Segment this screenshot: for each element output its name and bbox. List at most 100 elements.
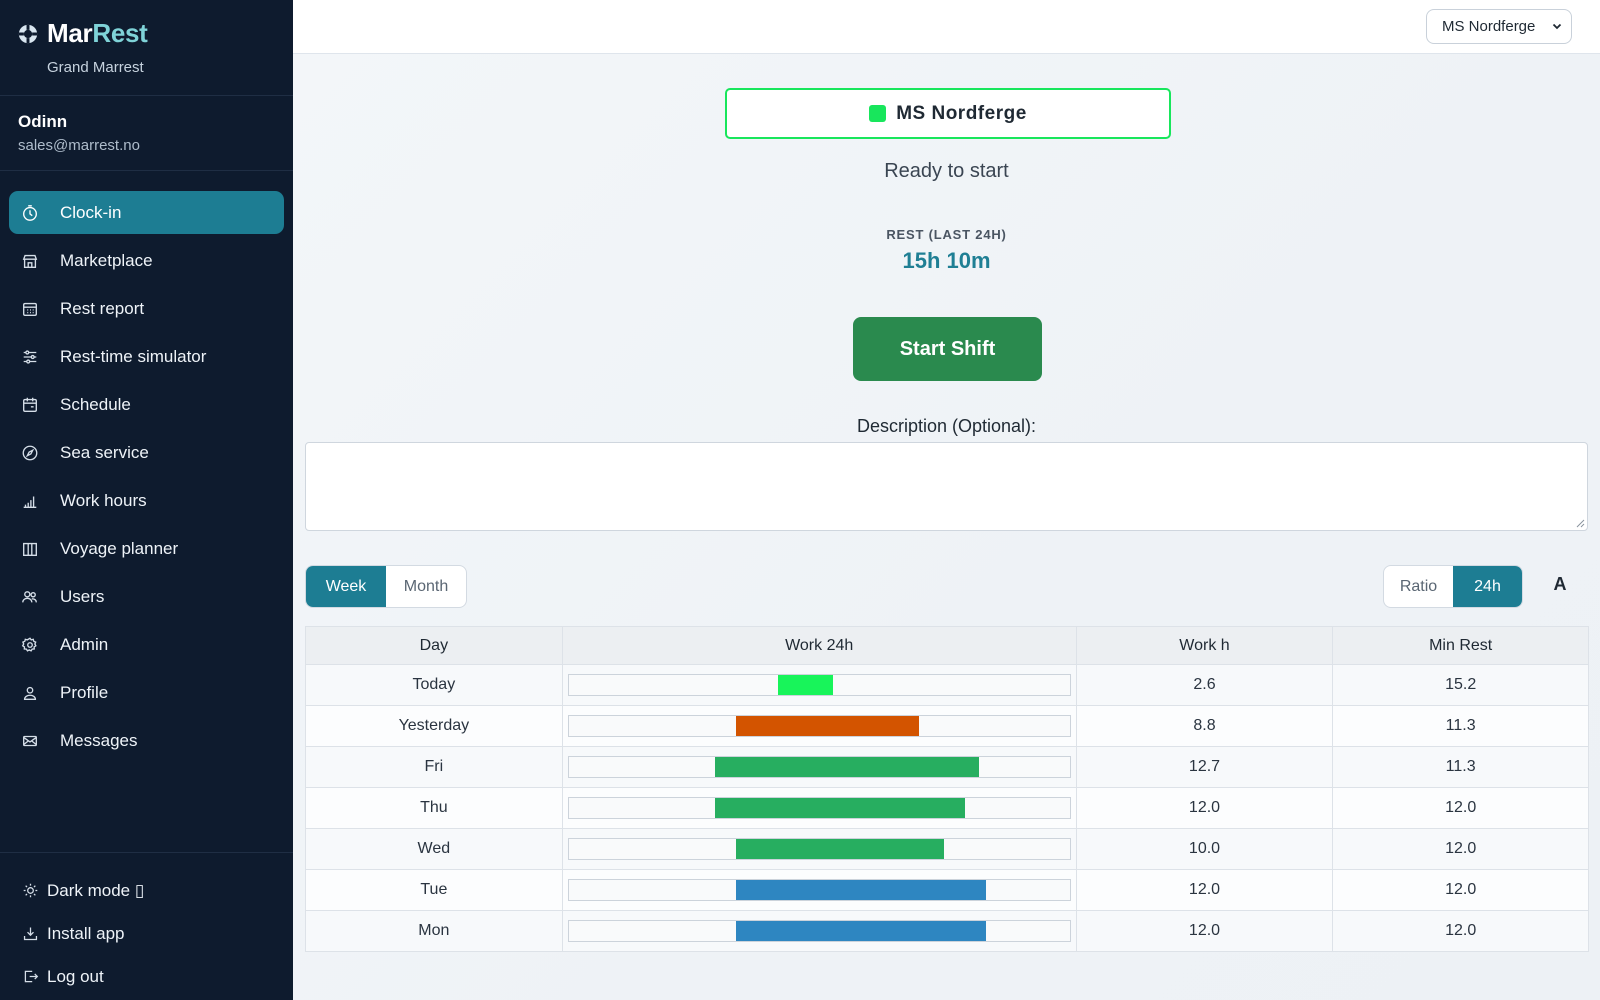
install-app-label: Install app	[47, 923, 125, 943]
mail-icon	[23, 735, 37, 746]
nav-item-rest-report[interactable]: Rest report	[9, 287, 284, 330]
work-timeline-track	[567, 920, 1071, 942]
nav-item-profile[interactable]: Profile	[9, 671, 284, 714]
work-24h-cell	[561, 869, 1077, 911]
work-24h-cell	[561, 705, 1077, 747]
column-header-work-24h: Work 24h	[561, 626, 1077, 665]
resize-handle-icon[interactable]	[1576, 519, 1585, 528]
description-label: Description (Optional):	[856, 416, 1037, 436]
week-tab[interactable]: Week	[306, 566, 386, 607]
column-header-work-h: Work h	[1075, 626, 1334, 665]
min-rest-cell: 12.0	[1332, 787, 1589, 829]
work-period-bar	[735, 716, 920, 736]
table-row: Tue 12.0 12.0	[305, 869, 1589, 911]
work-hours-cell: 12.7	[1075, 746, 1334, 788]
dark-mode-toggle[interactable]: Dark mode ▯	[0, 869, 293, 912]
period-toggle: Week Month	[305, 565, 467, 608]
nav-item-work-hours[interactable]: Work hours	[9, 479, 284, 522]
column-header-day: Day	[305, 626, 563, 665]
nav-label: Rest-time simulator	[60, 346, 207, 366]
column-header-min-rest: Min Rest	[1332, 626, 1589, 665]
nav-item-marketplace[interactable]: Marketplace	[9, 239, 284, 282]
nav-label: Clock-in	[60, 202, 122, 222]
brand-header: MarRest Grand Marrest	[0, 0, 293, 96]
day-cell: Tue	[305, 869, 563, 911]
description-textarea[interactable]	[305, 442, 1588, 531]
24h-tab[interactable]: 24h	[1453, 566, 1522, 607]
sliders-icon	[23, 349, 37, 364]
work-hours-cell: 10.0	[1075, 828, 1334, 870]
font-size-toggle[interactable]: A	[1549, 574, 1571, 598]
work-timeline-track	[567, 715, 1071, 737]
nav-label: Marketplace	[60, 250, 153, 270]
sidebar-footer: Dark mode ▯ Install app Log out	[0, 852, 293, 1000]
nav-item-voyage-planner[interactable]: Voyage planner	[9, 527, 284, 570]
work-24h-cell	[561, 828, 1077, 870]
organization-name: Grand Marrest	[47, 59, 144, 76]
nav-item-rest-time-simulator[interactable]: Rest-time simulator	[9, 335, 284, 378]
work-rest-table: Day Work 24h Work h Min Rest Today 2.6 15.…	[305, 626, 1589, 952]
nav-item-admin[interactable]: Admin	[9, 623, 284, 666]
gear-icon	[21, 636, 37, 652]
work-24h-cell	[561, 746, 1077, 788]
table-row: Today 2.6 15.2	[305, 664, 1589, 706]
calendar-icon	[23, 397, 37, 412]
vessel-select-value: MS Nordferge	[1442, 18, 1536, 35]
nav-item-sea-service[interactable]: Sea service	[9, 431, 284, 474]
table-row: Yesterday 8.8 11.3	[305, 705, 1589, 747]
day-cell: Wed	[305, 828, 563, 870]
nav-label: Admin	[60, 634, 109, 654]
work-timeline-track	[567, 797, 1071, 819]
month-tab[interactable]: Month	[386, 566, 466, 607]
dark-mode-label: Dark mode ▯	[47, 880, 145, 900]
table-body: Today 2.6 15.2 Yesterday 8.8 11.3 Fri 12.7 11.3 T…	[305, 664, 1589, 952]
work-hours-cell: 12.0	[1075, 869, 1334, 911]
vessel-status-indicator	[869, 105, 887, 122]
user-icon	[23, 686, 37, 700]
nav-label: Profile	[60, 682, 109, 702]
bar-chart-icon	[23, 496, 37, 508]
nav-item-messages[interactable]: Messages	[9, 719, 284, 762]
min-rest-cell: 11.3	[1332, 705, 1589, 747]
work-hours-cell: 12.0	[1075, 910, 1334, 952]
main-nav: Clock-in Marketplace Rest report Rest-ti…	[0, 171, 293, 762]
map-icon	[23, 542, 37, 556]
log-out-button[interactable]: Log out	[0, 955, 293, 998]
nav-item-clock-in[interactable]: Clock-in	[9, 191, 284, 234]
day-cell: Thu	[305, 787, 563, 829]
work-hours-cell: 2.6	[1075, 664, 1334, 706]
ratio-tab[interactable]: Ratio	[1384, 566, 1453, 607]
work-period-bar	[714, 757, 980, 777]
users-icon	[22, 590, 37, 602]
user-card: Odinn sales@marrest.no	[0, 96, 293, 171]
app-name[interactable]: MarRest	[47, 18, 148, 49]
current-vessel-name: MS Nordferge	[896, 102, 1027, 124]
nav-item-users[interactable]: Users	[9, 575, 284, 618]
work-period-bar	[735, 839, 945, 859]
table-header-row: Day Work 24h Work h Min Rest	[305, 626, 1589, 665]
day-cell: Mon	[305, 910, 563, 952]
min-rest-cell: 12.0	[1332, 910, 1589, 952]
log-out-label: Log out	[47, 966, 104, 986]
work-period-bar	[777, 675, 833, 695]
work-timeline-track	[567, 879, 1071, 901]
min-rest-cell: 15.2	[1332, 664, 1589, 706]
nav-item-schedule[interactable]: Schedule	[9, 383, 284, 426]
install-app-button[interactable]: Install app	[0, 912, 293, 955]
nav-label: Messages	[60, 730, 138, 750]
sun-icon	[23, 883, 38, 898]
clock-icon	[23, 204, 37, 221]
nav-label: Sea service	[60, 442, 149, 462]
user-email: sales@marrest.no	[18, 137, 140, 154]
nav-label: Voyage planner	[60, 538, 179, 558]
chevron-down-icon	[1552, 23, 1562, 30]
min-rest-cell: 12.0	[1332, 828, 1589, 870]
table-row: Mon 12.0 12.0	[305, 910, 1589, 952]
shift-status: Ready to start	[884, 160, 1009, 182]
work-timeline-track	[567, 756, 1071, 778]
start-shift-button[interactable]: Start Shift	[853, 317, 1042, 381]
work-hours-cell: 8.8	[1075, 705, 1334, 747]
store-icon	[22, 254, 38, 268]
vessel-select[interactable]: MS Nordferge	[1426, 9, 1572, 44]
sidebar: MarRest Grand Marrest Odinn sales@marres…	[0, 0, 293, 1000]
